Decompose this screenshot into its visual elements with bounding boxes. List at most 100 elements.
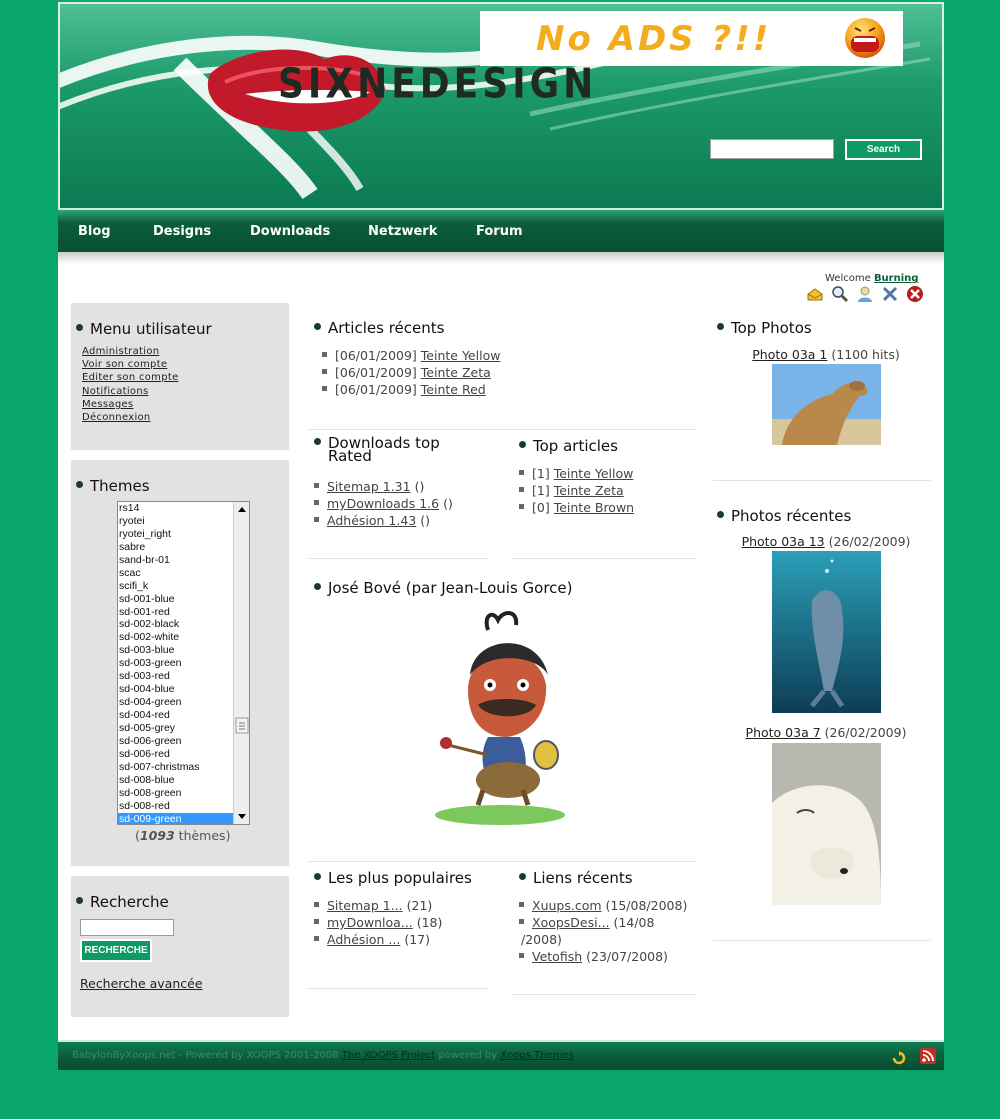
top-articles-title: Top articles: [519, 437, 618, 455]
theme-option[interactable]: sd-005-grey: [118, 722, 234, 735]
header-search-input[interactable]: [710, 139, 834, 159]
theme-options: rs14 ryotei ryotei_right sabre sand-br-01 sca…: [118, 502, 249, 824]
theme-option[interactable]: sd-001-blue: [118, 593, 234, 606]
download-link[interactable]: Sitemap 1.31: [327, 479, 411, 494]
download-link[interactable]: Adhésion 1.43: [327, 513, 416, 528]
themes-block: Themes rs14 ryotei ryotei_right sabre sand-b…: [71, 460, 289, 866]
recherche-input[interactable]: [80, 919, 174, 936]
nav-blog[interactable]: Blog: [78, 224, 111, 239]
username-link[interactable]: Burning: [874, 273, 919, 284]
list-item: Xuups.com (15/08/2008): [519, 897, 687, 914]
header-search-button[interactable]: Search: [845, 139, 922, 160]
theme-option[interactable]: sd-004-red: [118, 709, 234, 722]
theme-option[interactable]: sd-008-blue: [118, 774, 234, 787]
menu-editer-compte[interactable]: Editer son compte: [82, 371, 179, 384]
popular-link[interactable]: Adhésion ...: [327, 932, 400, 947]
theme-option[interactable]: sd-003-green: [118, 657, 234, 670]
footer: BabylonByXoops.net - Powered by XOOPS 20…: [58, 1040, 944, 1070]
theme-option[interactable]: rs14: [118, 502, 234, 515]
footer-text: BabylonByXoops.net - Powered by XOOPS 20…: [72, 1050, 339, 1061]
inbox-icon[interactable]: [806, 285, 824, 303]
article-link[interactable]: Teinte Zeta: [554, 483, 624, 498]
menu-messages[interactable]: Messages: [82, 398, 179, 411]
theme-option[interactable]: sd-008-green: [118, 787, 234, 800]
refresh-icon[interactable]: [892, 1049, 906, 1076]
link-item[interactable]: Xuups.com: [532, 898, 602, 913]
theme-option[interactable]: sd-003-red: [118, 670, 234, 683]
article-link[interactable]: Teinte Red: [421, 382, 486, 397]
camel-photo[interactable]: [772, 364, 881, 445]
theme-list-scrollbar[interactable]: [233, 502, 249, 824]
theme-option[interactable]: sabre: [118, 541, 234, 554]
recherche-button[interactable]: Recherche: [80, 939, 152, 962]
header: SIXNEDESIGN No ADS ?!! Search: [58, 2, 944, 208]
list-item: [1] Teinte Zeta: [519, 482, 634, 499]
footer-themes-link[interactable]: Xoops Themes: [500, 1050, 574, 1061]
nav-netzwerk[interactable]: Netzwerk: [368, 224, 437, 239]
article-link[interactable]: Teinte Yellow: [421, 348, 501, 363]
theme-option[interactable]: scifi_k: [118, 580, 234, 593]
photo-link[interactable]: Photo 03a 7: [746, 725, 821, 740]
recherche-avancee-link[interactable]: Recherche avancée: [80, 976, 203, 991]
article-link[interactable]: Teinte Zeta: [421, 365, 491, 380]
photos-recentes-title: Photos récentes: [717, 507, 851, 525]
photo-link[interactable]: Photo 03a 13: [742, 534, 825, 549]
menu-notifications[interactable]: Notifications: [82, 385, 179, 398]
popular-link[interactable]: Sitemap 1...: [327, 898, 403, 913]
divider: [713, 480, 931, 481]
menu-voir-compte[interactable]: Voir son compte: [82, 358, 179, 371]
link-item[interactable]: XoopsDesi...: [532, 915, 610, 930]
theme-option[interactable]: sand-br-01: [118, 554, 234, 567]
theme-option[interactable]: ryotei: [118, 515, 234, 528]
account-icon[interactable]: [856, 285, 874, 303]
theme-option[interactable]: sd-007-christmas: [118, 761, 234, 774]
theme-select-list[interactable]: rs14 ryotei ryotei_right sabre sand-br-01 sca…: [117, 501, 250, 825]
theme-option[interactable]: sd-006-red: [118, 748, 234, 761]
divider: [512, 558, 696, 559]
list-item: [06/01/2009] Teinte Zeta: [322, 364, 500, 381]
theme-option[interactable]: sd-003-blue: [118, 644, 234, 657]
popular-link[interactable]: myDownloa...: [327, 915, 413, 930]
nav-downloads[interactable]: Downloads: [250, 224, 330, 239]
list-item: [06/01/2009] Teinte Yellow: [322, 347, 500, 364]
theme-option[interactable]: scac: [118, 567, 234, 580]
theme-option[interactable]: sd-002-black: [118, 618, 234, 631]
search-icon[interactable]: [831, 285, 849, 303]
article-link[interactable]: Teinte Yellow: [554, 466, 634, 481]
nav-forum[interactable]: Forum: [476, 224, 523, 239]
caricature-image[interactable]: [428, 605, 578, 830]
divider: [512, 994, 696, 995]
welcome-text: Welcome Burning: [825, 273, 918, 284]
bullet-icon: [314, 438, 321, 445]
page: SIXNEDESIGN No ADS ?!! Search Blog Desig…: [58, 2, 944, 1070]
bullet-icon: [519, 441, 526, 448]
footer-xoops-link[interactable]: The XOOPS Project: [342, 1050, 436, 1061]
theme-option[interactable]: ryotei_right: [118, 528, 234, 541]
user-menu-list: Administration Voir son compte Editer so…: [82, 345, 179, 424]
menu-deconnexion[interactable]: Déconnexion: [82, 411, 179, 424]
tools-icon[interactable]: [881, 285, 899, 303]
ad-text: No ADS ?!!: [536, 18, 772, 59]
polar-bear-photo[interactable]: [772, 743, 881, 905]
theme-option[interactable]: sd-006-green: [118, 735, 234, 748]
downloads-top-title: Downloads top Rated: [314, 436, 440, 464]
link-item[interactable]: Vetofish: [532, 949, 582, 964]
divider: [308, 861, 696, 862]
menu-administration[interactable]: Administration: [82, 345, 179, 358]
rss-icon[interactable]: [920, 1048, 936, 1075]
theme-option[interactable]: sd-009-green: [118, 812, 234, 824]
themes-count-value: 1093: [139, 828, 175, 843]
theme-option[interactable]: sd-004-green: [118, 696, 234, 709]
theme-option[interactable]: sd-002-white: [118, 631, 234, 644]
photo-link[interactable]: Photo 03a 1: [752, 347, 827, 362]
nav-designs[interactable]: Designs: [153, 224, 211, 239]
article-link[interactable]: Teinte Brown: [554, 500, 634, 515]
logout-icon[interactable]: [906, 285, 924, 303]
theme-option[interactable]: sd-004-blue: [118, 683, 234, 696]
theme-option[interactable]: sd-001-red: [118, 606, 234, 619]
download-link[interactable]: myDownloads 1.6: [327, 496, 439, 511]
ad-banner[interactable]: No ADS ?!!: [480, 11, 903, 66]
dolphin-photo[interactable]: [772, 551, 881, 713]
scrollbar-graphic: [235, 507, 249, 819]
theme-option[interactable]: sd-008-red: [118, 800, 234, 813]
